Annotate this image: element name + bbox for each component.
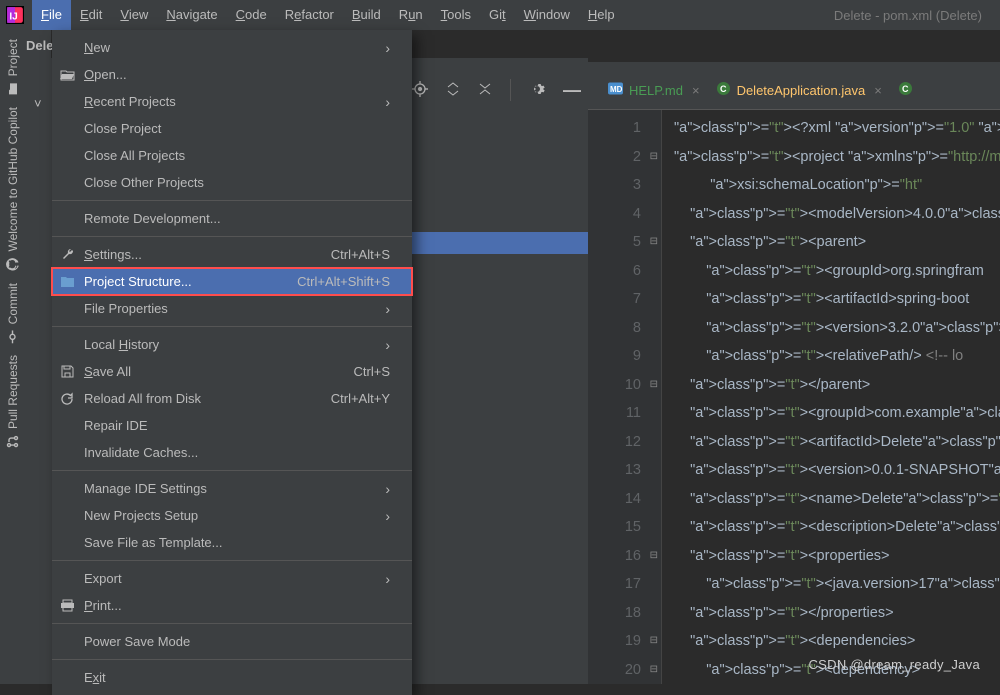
menu-separator — [52, 659, 412, 660]
menu-item-save-all[interactable]: Save AllCtrl+S — [52, 358, 412, 385]
reload-icon — [60, 391, 76, 407]
menu-item-invalidate-caches[interactable]: Invalidate Caches... — [52, 439, 412, 466]
menubar-item-refactor[interactable]: Refactor — [276, 0, 343, 30]
print-icon — [60, 598, 76, 614]
expand-all-icon[interactable] — [446, 82, 460, 99]
editor-tab[interactable]: C — [892, 77, 919, 103]
menu-item-reload-all-from-disk[interactable]: Reload All from DiskCtrl+Alt+Y — [52, 385, 412, 412]
gear-icon[interactable] — [529, 81, 545, 100]
svg-text:C: C — [902, 84, 909, 94]
menu-item-remote-development[interactable]: Remote Development... — [52, 205, 412, 232]
tool-window-stripe: ProjectWelcome to GitHub CopilotCommitPu… — [0, 30, 26, 684]
menubar-item-git[interactable]: Git — [480, 0, 515, 30]
menubar-item-window[interactable]: Window — [515, 0, 579, 30]
menu-item-manage-ide-settings[interactable]: Manage IDE Settings› — [52, 475, 412, 502]
menubar-item-navigate[interactable]: Navigate — [157, 0, 226, 30]
editor: 1⊟234⊟56789⊟101112131415⊟161718⊟19⊟20 "a… — [588, 109, 1000, 684]
menu-separator — [52, 236, 412, 237]
menu-item-recent-projects[interactable]: Recent Projects› — [52, 88, 412, 115]
menu-item-power-save-mode[interactable]: Power Save Mode — [52, 628, 412, 655]
svg-text:IJ: IJ — [9, 12, 17, 23]
project-root-expander[interactable]: ˅ — [34, 96, 42, 111]
menu-item-print[interactable]: Print... — [52, 592, 412, 619]
menubar-item-code[interactable]: Code — [227, 0, 276, 30]
separator — [510, 79, 511, 101]
editor-tab-help-md[interactable]: MDHELP.md× — [602, 77, 706, 103]
menubar-item-view[interactable]: View — [111, 0, 157, 30]
menubar-item-edit[interactable]: Edit — [71, 0, 111, 30]
menu-item-new[interactable]: New› — [52, 34, 412, 61]
project-toolwindow-header[interactable]: Dele — [26, 30, 51, 60]
watermark: CSDN @dream_ready_Java — [808, 657, 980, 672]
menu-item-close-project[interactable]: Close Project — [52, 115, 412, 142]
toolwindow-tab-project[interactable]: Project — [6, 33, 20, 101]
menu-item-settings[interactable]: Settings...Ctrl+Alt+S — [52, 241, 412, 268]
gutter: 1⊟234⊟56789⊟101112131415⊟161718⊟19⊟20 — [588, 110, 662, 684]
window-title: Delete - pom.xml (Delete) — [834, 8, 994, 23]
menu-item-project-structure[interactable]: Project Structure...Ctrl+Alt+Shift+S — [52, 268, 412, 295]
menu-separator — [52, 470, 412, 471]
menu-item-repair-ide[interactable]: Repair IDE — [52, 412, 412, 439]
target-icon[interactable] — [412, 81, 428, 100]
toolwindow-tab-welcome-to-github-copilot[interactable]: Welcome to GitHub Copilot — [6, 101, 20, 277]
editor-toolbar: — — [412, 62, 581, 118]
menubar-item-build[interactable]: Build — [343, 0, 390, 30]
toolwindow-tab-pull-requests[interactable]: Pull Requests — [6, 349, 20, 454]
md-icon: MD — [608, 81, 623, 99]
menubar-item-help[interactable]: Help — [579, 0, 624, 30]
menubar-item-run[interactable]: Run — [390, 0, 432, 30]
class-icon: C — [898, 81, 913, 99]
code-area[interactable]: "a">class"p">="t"><?xml "a">version"p">=… — [662, 110, 1000, 684]
menu-item-close-other-projects[interactable]: Close Other Projects — [52, 169, 412, 196]
class-icon: C — [716, 81, 731, 99]
menu-item-new-projects-setup[interactable]: New Projects Setup› — [52, 502, 412, 529]
menubar: IJ FileEditViewNavigateCodeRefactorBuild… — [0, 0, 1000, 30]
menu-item-close-all-projects[interactable]: Close All Projects — [52, 142, 412, 169]
editor-tab-deleteapplication-java[interactable]: CDeleteApplication.java× — [710, 77, 888, 103]
collapse-all-icon[interactable] — [478, 82, 492, 99]
wrench-icon — [60, 247, 76, 263]
menu-separator — [52, 200, 412, 201]
menubar-item-file[interactable]: File — [32, 0, 71, 30]
proj-icon — [60, 274, 76, 290]
toolwindow-tab-commit[interactable]: Commit — [6, 277, 20, 349]
menu-item-open[interactable]: Open... — [52, 61, 412, 88]
app-icon: IJ — [6, 6, 24, 24]
menu-item-save-file-as-template[interactable]: Save File as Template... — [52, 529, 412, 556]
close-tab-icon[interactable]: × — [874, 83, 882, 98]
menu-item-export[interactable]: Export› — [52, 565, 412, 592]
menu-item-file-properties[interactable]: File Properties› — [52, 295, 412, 322]
file-menu-dropdown: New›Open...Recent Projects›Close Project… — [52, 30, 412, 695]
svg-text:MD: MD — [610, 85, 623, 94]
menu-separator — [52, 623, 412, 624]
menu-separator — [52, 326, 412, 327]
svg-text:C: C — [720, 84, 727, 94]
menu-item-local-history[interactable]: Local History› — [52, 331, 412, 358]
menubar-item-tools[interactable]: Tools — [432, 0, 480, 30]
open-icon — [60, 67, 76, 83]
close-tab-icon[interactable]: × — [692, 83, 700, 98]
menu-separator — [52, 560, 412, 561]
hide-icon[interactable]: — — [563, 80, 581, 101]
menu-item-exit[interactable]: Exit — [52, 664, 412, 691]
save-icon — [60, 364, 76, 380]
